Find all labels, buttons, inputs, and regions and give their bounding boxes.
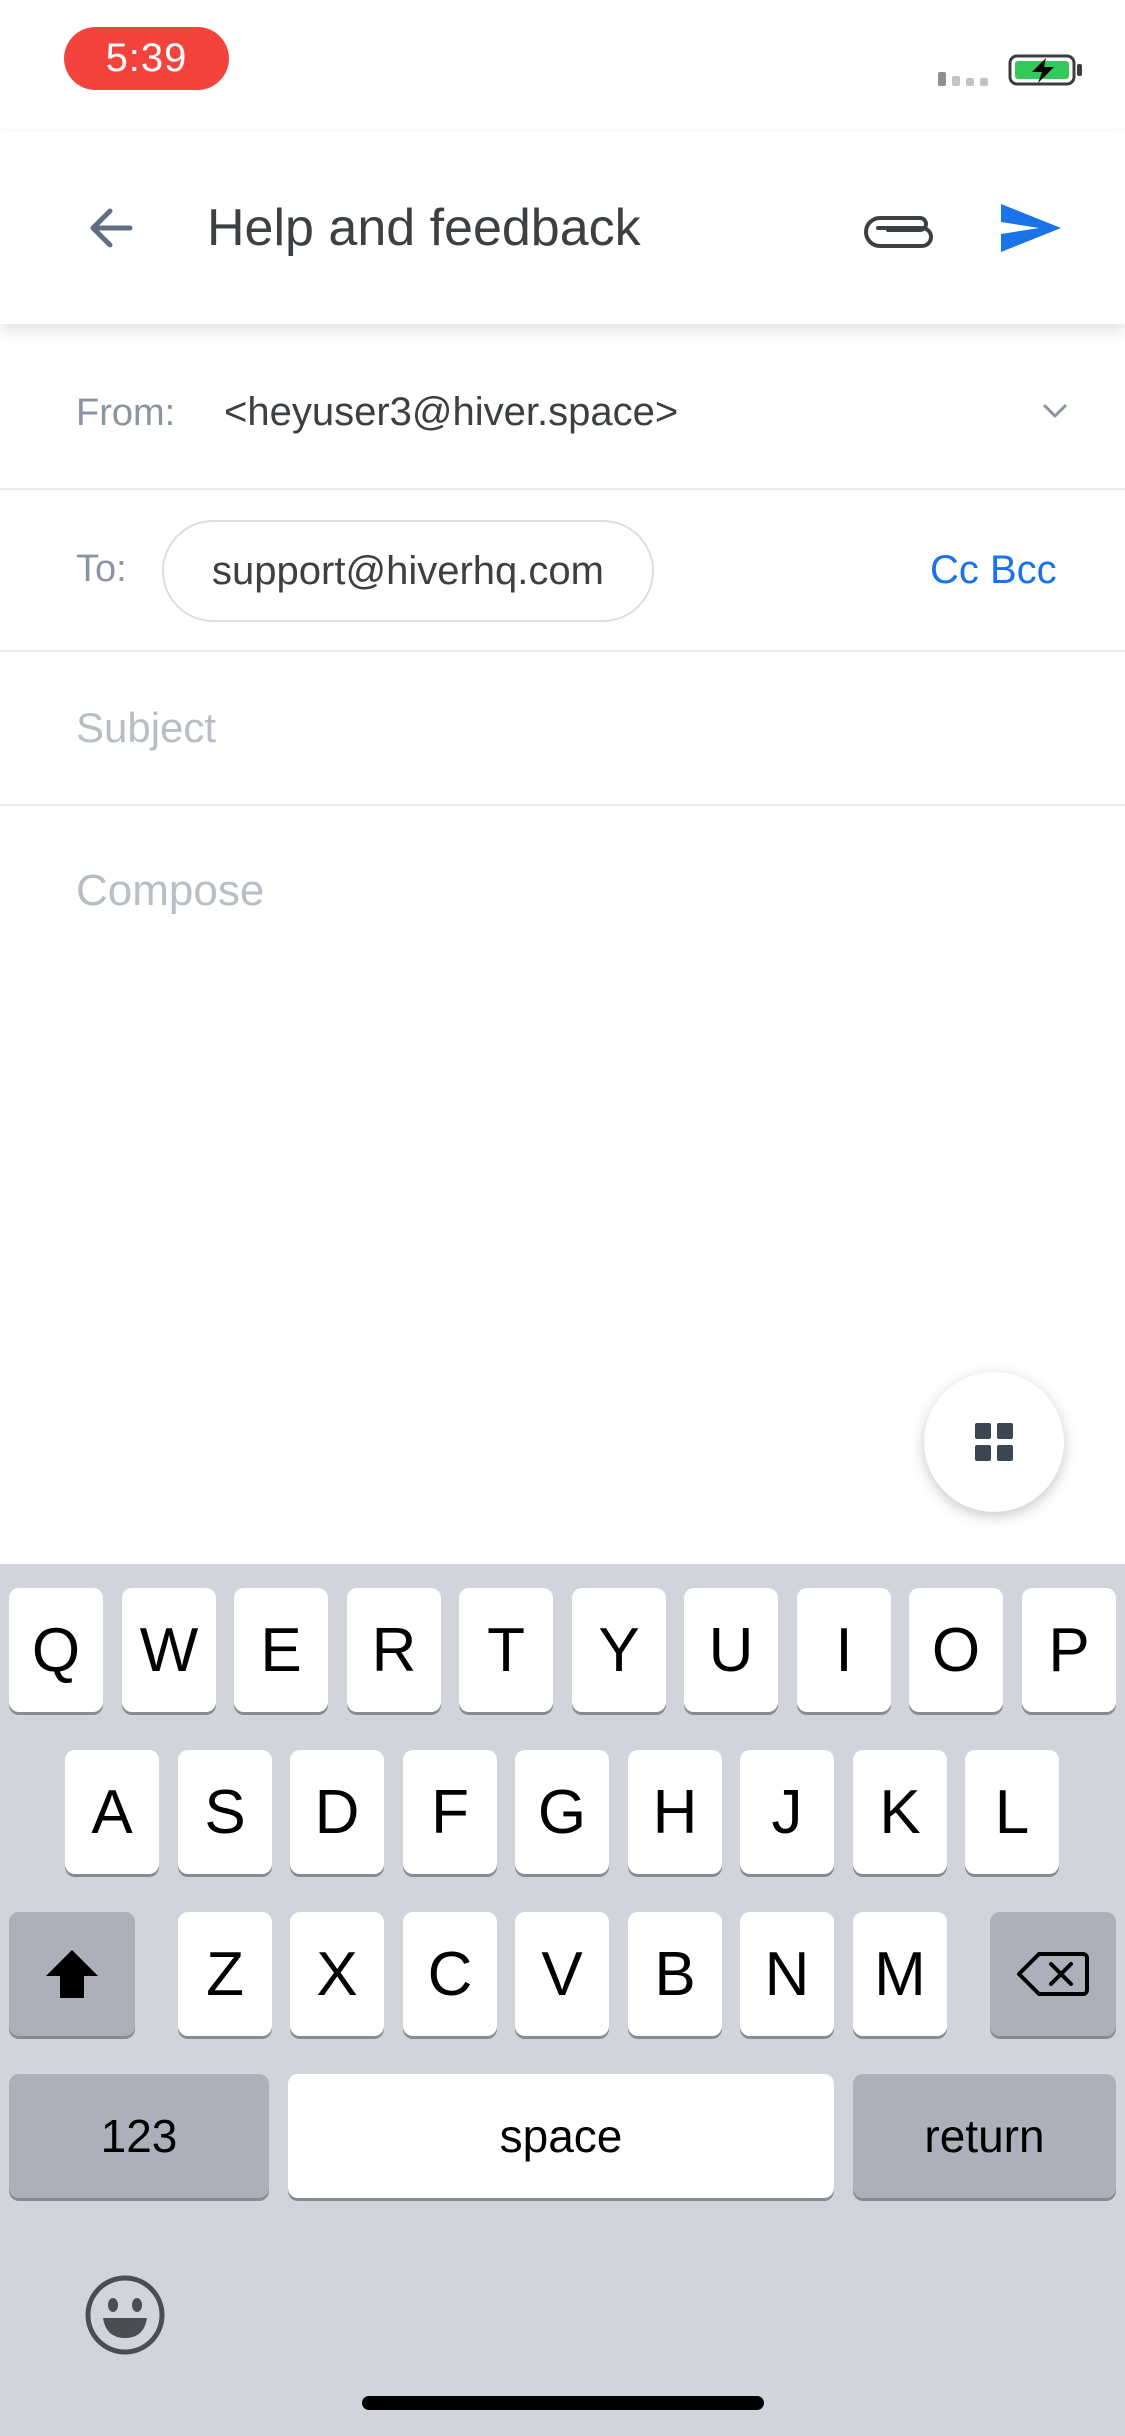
key-c[interactable]: C: [403, 1912, 497, 2036]
key-d[interactable]: D: [290, 1750, 384, 1874]
key-k[interactable]: K: [853, 1750, 947, 1874]
key-p[interactable]: P: [1022, 1588, 1116, 1712]
shift-key[interactable]: [9, 1912, 135, 2036]
recipient-chip[interactable]: support@hiverhq.com: [162, 520, 654, 622]
key-w[interactable]: W: [122, 1588, 216, 1712]
emoji-icon[interactable]: [84, 2274, 166, 2356]
cc-bcc-button[interactable]: Cc Bcc: [930, 548, 1057, 593]
delete-key[interactable]: [990, 1912, 1116, 2036]
subject-input[interactable]: Subject: [76, 704, 216, 752]
from-label: From:: [76, 392, 176, 434]
key-n[interactable]: N: [740, 1912, 834, 2036]
numbers-key[interactable]: 123: [9, 2074, 269, 2198]
compose-body-input[interactable]: Compose: [76, 866, 264, 916]
page-title: Help and feedback: [207, 199, 641, 257]
app-bar: Help and feedback: [0, 132, 1125, 324]
to-label: To:: [76, 548, 127, 590]
shift-arrow-icon: [46, 1950, 98, 1998]
battery-charging-icon: [1008, 54, 1082, 86]
key-q[interactable]: Q: [9, 1588, 103, 1712]
return-key[interactable]: return: [853, 2074, 1116, 2198]
cellular-signal-icon: [938, 62, 998, 86]
key-l[interactable]: L: [965, 1750, 1059, 1874]
send-icon[interactable]: [995, 188, 1065, 268]
key-a[interactable]: A: [65, 1750, 159, 1874]
key-o[interactable]: O: [909, 1588, 1003, 1712]
from-field[interactable]: From: <heyuser3@hiver.space>: [0, 336, 1125, 490]
space-key[interactable]: space: [288, 2074, 834, 2198]
to-field[interactable]: To: support@hiverhq.com Cc Bcc: [0, 492, 1125, 652]
key-s[interactable]: S: [178, 1750, 272, 1874]
key-y[interactable]: Y: [572, 1588, 666, 1712]
key-f[interactable]: F: [403, 1750, 497, 1874]
grid-icon: [975, 1423, 1013, 1461]
subject-field[interactable]: Subject: [0, 654, 1125, 806]
back-arrow-icon[interactable]: [76, 192, 148, 264]
key-t[interactable]: T: [459, 1588, 553, 1712]
key-x[interactable]: X: [290, 1912, 384, 2036]
key-z[interactable]: Z: [178, 1912, 272, 2036]
key-v[interactable]: V: [515, 1912, 609, 2036]
from-address[interactable]: <heyuser3@hiver.space>: [224, 390, 678, 435]
home-indicator: [362, 2396, 764, 2410]
attachment-icon[interactable]: [864, 192, 940, 264]
key-h[interactable]: H: [628, 1750, 722, 1874]
key-g[interactable]: G: [515, 1750, 609, 1874]
key-m[interactable]: M: [853, 1912, 947, 2036]
chevron-down-icon[interactable]: [1040, 396, 1070, 426]
status-time: 5:39: [64, 27, 229, 90]
key-u[interactable]: U: [684, 1588, 778, 1712]
key-b[interactable]: B: [628, 1912, 722, 2036]
key-r[interactable]: R: [347, 1588, 441, 1712]
backspace-icon: [1017, 1952, 1089, 1996]
status-bar: 5:39: [0, 0, 1125, 132]
apps-grid-button[interactable]: [924, 1372, 1064, 1512]
key-e[interactable]: E: [234, 1588, 328, 1712]
key-i[interactable]: I: [797, 1588, 891, 1712]
key-j[interactable]: J: [740, 1750, 834, 1874]
